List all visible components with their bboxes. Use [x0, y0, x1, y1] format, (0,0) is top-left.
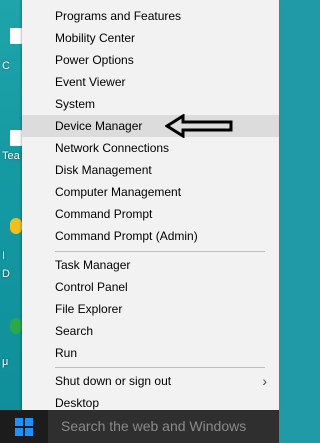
menu-item-label: Network Connections — [55, 141, 170, 155]
menu-item-label: File Explorer — [55, 302, 123, 316]
menu-item-label: Device Manager — [55, 119, 143, 133]
menu-item-label: System — [55, 97, 96, 111]
search-placeholder: Search the web and Windows — [61, 418, 247, 434]
menu-item-system[interactable]: System — [22, 93, 279, 115]
menu-item-search[interactable]: Search — [22, 320, 279, 342]
menu-item-command-prompt-admin[interactable]: Command Prompt (Admin) — [22, 225, 279, 247]
desktop-app-icon[interactable] — [10, 318, 22, 334]
menu-item-label: Search — [55, 324, 94, 338]
menu-item-label: Programs and Features — [55, 9, 182, 23]
menu-item-device-manager[interactable]: Device Manager — [22, 115, 279, 137]
arrow-left-icon — [165, 114, 233, 138]
menu-item-shut-down-or-sign-out[interactable]: Shut down or sign out › — [22, 370, 279, 392]
desktop-label: Tea — [2, 150, 20, 162]
menu-item-event-viewer[interactable]: Event Viewer — [22, 71, 279, 93]
menu-item-task-manager[interactable]: Task Manager — [22, 254, 279, 276]
menu-item-mobility-center[interactable]: Mobility Center — [22, 27, 279, 49]
menu-item-file-explorer[interactable]: File Explorer — [22, 298, 279, 320]
menu-item-computer-management[interactable]: Computer Management — [22, 181, 279, 203]
desktop-shortcut-icon[interactable] — [10, 28, 22, 44]
taskbar: Search the web and Windows — [0, 410, 279, 443]
menu-item-disk-management[interactable]: Disk Management — [22, 159, 279, 181]
desktop-app-icon[interactable] — [10, 218, 22, 234]
menu-item-label: Computer Management — [55, 185, 182, 199]
desktop-label: C — [2, 60, 10, 72]
desktop-strip: C Tea I D μ — [0, 0, 22, 410]
menu-separator — [55, 251, 265, 252]
menu-item-label: Command Prompt (Admin) — [55, 229, 198, 243]
menu-item-run[interactable]: Run — [22, 342, 279, 364]
menu-item-label: Task Manager — [55, 258, 131, 272]
menu-separator — [55, 367, 265, 368]
desktop-label: I — [2, 250, 6, 262]
menu-item-label: Run — [55, 346, 78, 360]
start-button[interactable] — [0, 410, 48, 443]
menu-item-programs-and-features[interactable]: Programs and Features — [22, 5, 279, 27]
windows-logo-icon — [15, 418, 33, 436]
menu-item-control-panel[interactable]: Control Panel — [22, 276, 279, 298]
search-box[interactable]: Search the web and Windows — [48, 410, 279, 443]
menu-item-power-options[interactable]: Power Options — [22, 49, 279, 71]
menu-item-label: Shut down or sign out — [55, 374, 172, 388]
chevron-right-icon: › — [262, 373, 267, 389]
menu-item-network-connections[interactable]: Network Connections — [22, 137, 279, 159]
desktop-label: D — [2, 268, 10, 280]
menu-item-label: Command Prompt — [55, 207, 153, 221]
menu-item-label: Control Panel — [55, 280, 128, 294]
menu-item-command-prompt[interactable]: Command Prompt — [22, 203, 279, 225]
power-user-context-menu: Programs and Features Mobility Center Po… — [22, 0, 279, 410]
desktop-label: μ — [2, 356, 9, 368]
desktop-shortcut-icon[interactable] — [10, 130, 22, 146]
menu-item-label: Disk Management — [55, 163, 152, 177]
menu-item-label: Mobility Center — [55, 31, 136, 45]
menu-item-label: Power Options — [55, 53, 134, 67]
menu-item-label: Event Viewer — [55, 75, 126, 89]
